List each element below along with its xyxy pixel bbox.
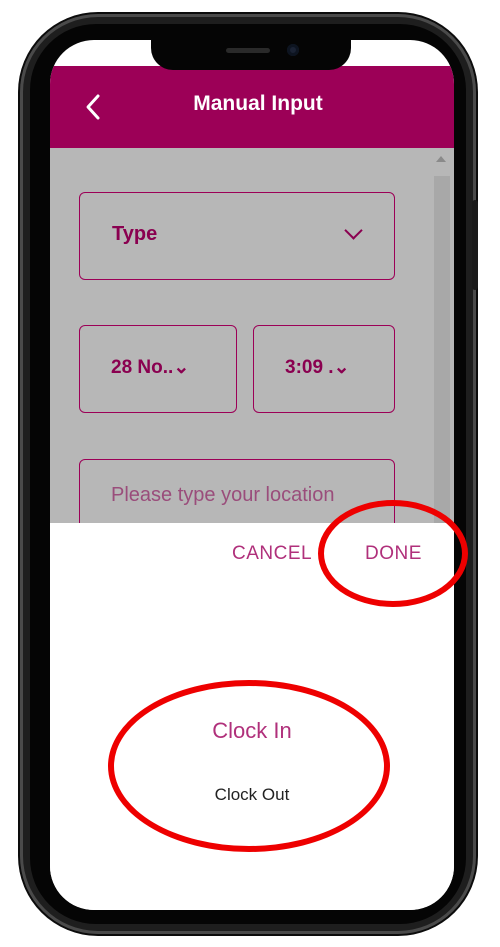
chevron-down-icon — [344, 221, 363, 240]
option-clock-out[interactable]: Clock Out — [50, 785, 454, 805]
scrollbar-thumb[interactable] — [434, 176, 450, 523]
chevron-down-icon: ⌄ — [333, 357, 350, 378]
manual-input-form: Type 28 No..⌄ 3:09 .⌄ Please type your l… — [50, 148, 454, 523]
chevron-down-icon: ⌄ — [173, 357, 190, 378]
picker-sheet: CANCEL DONE Clock In Clock Out — [50, 523, 454, 910]
date-value-text: 28 No.. — [111, 357, 174, 378]
location-placeholder: Please type your location — [111, 484, 335, 506]
side-button — [472, 200, 478, 290]
location-input[interactable]: Please type your location — [79, 459, 395, 523]
page-title: Manual Input — [193, 92, 323, 115]
type-label: Type — [112, 223, 158, 245]
time-picker[interactable]: 3:09 .⌄ — [253, 325, 395, 413]
time-value: 3:09 .⌄ — [285, 356, 350, 379]
app-header: Manual Input — [50, 66, 454, 148]
camera-icon — [287, 44, 299, 56]
date-value: 28 No..⌄ — [111, 356, 189, 379]
scrollbar[interactable] — [430, 148, 454, 523]
phone-screen: Manual Input Type 28 No..⌄ 3:09 .⌄ Pleas… — [50, 40, 454, 910]
date-picker[interactable]: 28 No..⌄ — [79, 325, 237, 413]
type-dropdown[interactable]: Type — [79, 192, 395, 280]
option-clock-in[interactable]: Clock In — [50, 718, 454, 744]
time-value-text: 3:09 . — [285, 357, 334, 378]
phone-notch — [151, 38, 351, 70]
scroll-up-arrow-icon[interactable] — [436, 156, 446, 162]
done-button[interactable]: DONE — [365, 543, 422, 565]
speaker-grille — [226, 48, 270, 53]
cancel-button[interactable]: CANCEL — [232, 543, 312, 565]
